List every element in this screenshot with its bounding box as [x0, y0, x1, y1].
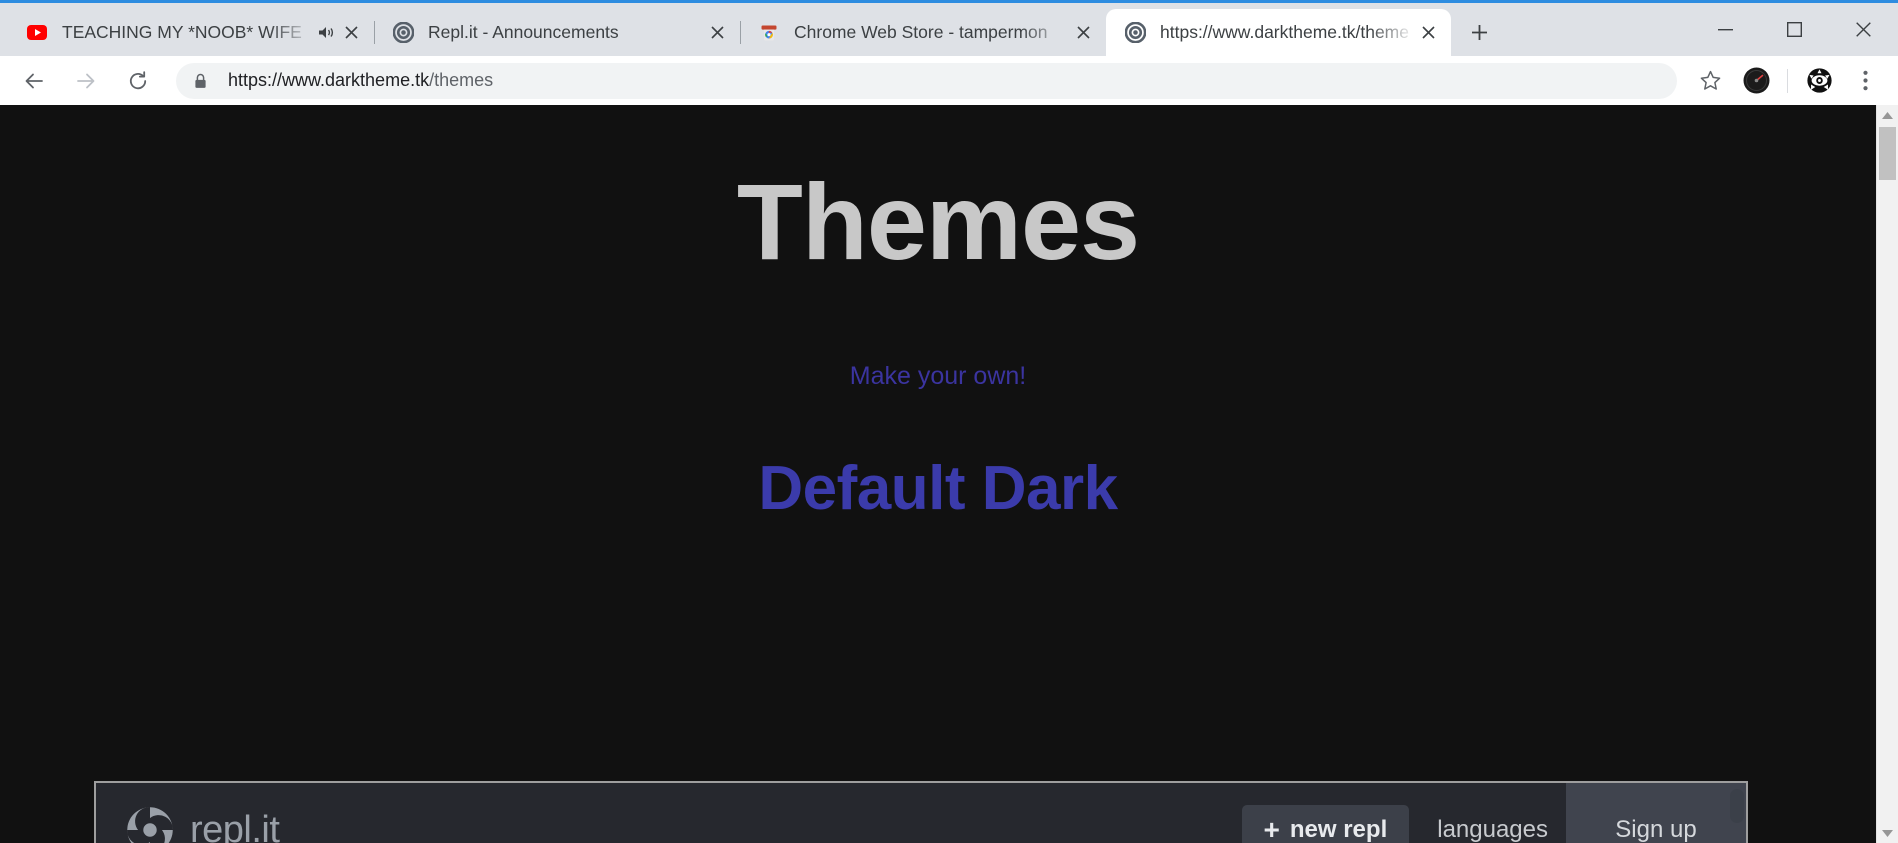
window-controls — [1691, 3, 1898, 56]
maximize-icon[interactable] — [1760, 3, 1829, 56]
new-tab-button[interactable] — [1457, 10, 1501, 54]
page-scrollbar[interactable] — [1876, 105, 1898, 843]
browser-tab-title: Repl.it - Announcements — [428, 22, 619, 42]
browser-tab-title: TEACHING MY *NOOB* WIFE — [62, 22, 302, 42]
make-your-own-link[interactable]: Make your own! — [850, 362, 1026, 390]
browser-tab-title: Chrome Web Store - tampermon — [794, 22, 1048, 42]
chrome-web-store-icon — [758, 22, 780, 44]
darktheme-themes-page: Themes Make your own! Default Dark repl.… — [0, 105, 1876, 843]
make-your-own-container: Make your own! — [0, 362, 1876, 391]
lock-icon — [194, 73, 216, 89]
back-arrow-icon[interactable] — [14, 61, 54, 101]
tab-audio-icon[interactable] — [314, 25, 338, 40]
plus-icon: + — [1263, 814, 1280, 843]
page-scrollbar-thumb[interactable] — [1879, 127, 1896, 180]
browser-tab-title: https://www.darktheme.tk/theme — [1160, 22, 1409, 42]
tab-close-icon[interactable] — [704, 20, 730, 46]
browser-tab-replit-announcements[interactable]: Repl.it - Announcements — [374, 9, 740, 56]
preview-scrollbar[interactable] — [1730, 789, 1744, 843]
forward-arrow-icon[interactable] — [66, 61, 106, 101]
browser-toolbar: https://www.darktheme.tk/themes — [0, 56, 1898, 105]
new-repl-button[interactable]: + new repl — [1241, 805, 1410, 843]
replit-wordmark: repl.it — [190, 808, 280, 843]
browser-tab-youtube[interactable]: TEACHING MY *NOOB* WIFE — [8, 9, 374, 56]
youtube-icon — [26, 22, 48, 44]
address-bar[interactable]: https://www.darktheme.tk/themes — [176, 62, 1677, 99]
languages-link[interactable]: languages — [1419, 816, 1566, 843]
tab-close-icon[interactable] — [338, 20, 364, 46]
browser-tab-chrome-web-store[interactable]: Chrome Web Store - tampermon — [740, 9, 1106, 56]
replit-navbar: repl.it + new repl languages Sign up — [96, 783, 1746, 843]
replit-spiral-icon — [124, 804, 176, 843]
replit-icon — [1124, 22, 1146, 44]
avatar-icon[interactable] — [1736, 61, 1776, 101]
tab-close-icon[interactable] — [1070, 20, 1096, 46]
address-bar-text: https://www.darktheme.tk/themes — [228, 70, 494, 90]
sign-up-button[interactable]: Sign up — [1566, 783, 1746, 843]
scroll-down-arrow-icon[interactable] — [1877, 823, 1898, 843]
tab-close-icon[interactable] — [1415, 20, 1441, 46]
browser-tab-darktheme[interactable]: https://www.darktheme.tk/theme — [1106, 9, 1451, 56]
tab-strip: TEACHING MY *NOOB* WIFE Repl.it - Announ… — [0, 0, 1898, 56]
theme-name-heading: Default Dark — [758, 454, 1118, 523]
new-repl-label: new repl — [1289, 816, 1388, 843]
browser-window: TEACHING MY *NOOB* WIFE Repl.it - Announ… — [0, 0, 1898, 843]
replit-brand[interactable]: repl.it — [124, 804, 280, 843]
toolbar-divider — [1787, 68, 1788, 93]
scroll-up-arrow-icon[interactable] — [1877, 105, 1898, 125]
tampermonkey-icon[interactable] — [1799, 61, 1839, 101]
star-icon[interactable] — [1690, 61, 1730, 101]
replit-icon — [392, 22, 414, 44]
three-dot-menu-icon[interactable] — [1845, 61, 1885, 101]
close-icon[interactable] — [1829, 3, 1898, 56]
theme-preview-frame: repl.it + new repl languages Sign up — [94, 781, 1748, 843]
replit-nav-actions: + new repl languages Sign up — [1241, 783, 1746, 843]
page-viewport: Themes Make your own! Default Dark repl.… — [0, 105, 1898, 843]
preview-scrollbar-thumb[interactable] — [1730, 789, 1744, 823]
page-title: Themes — [736, 161, 1140, 282]
minimize-icon[interactable] — [1691, 3, 1760, 56]
reload-icon[interactable] — [118, 61, 158, 101]
